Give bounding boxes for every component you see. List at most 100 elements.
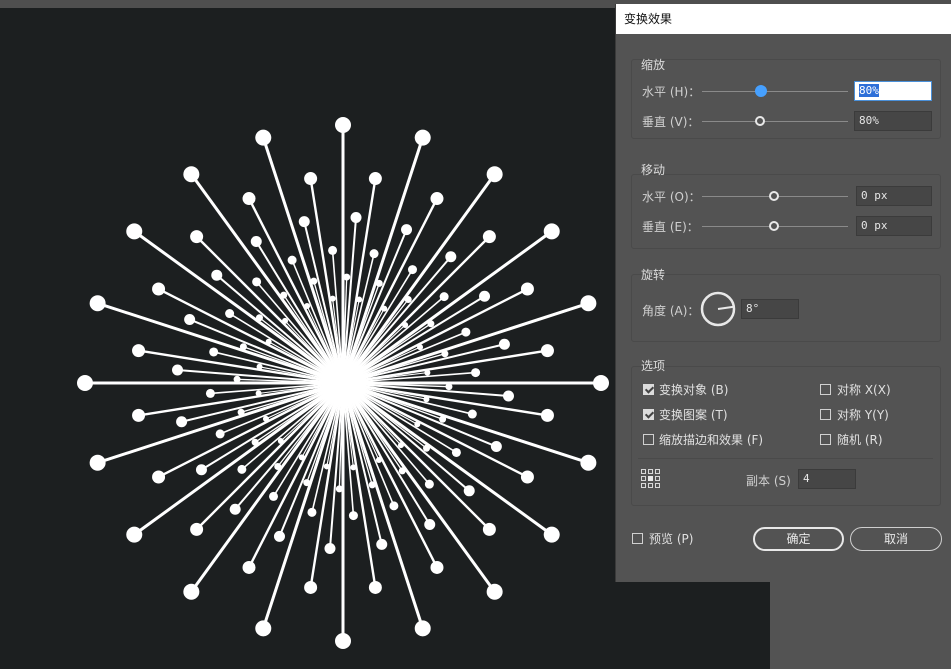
starburst-dot [255,129,272,146]
angle-dial-icon[interactable] [700,291,736,327]
starburst-dot [183,166,200,183]
transform-patterns-label[interactable]: 变换图案 (T) [659,406,728,423]
ok-button[interactable]: 确定 [753,527,844,551]
workspace-background [770,580,951,669]
starburst-dot [172,364,184,376]
preview-checkbox[interactable] [632,533,643,544]
reflect-y-label[interactable]: 对称 Y(Y) [837,406,889,423]
starburst-dot [540,344,554,358]
move-h-slider-thumb[interactable] [769,191,779,201]
starburst-ray [341,382,425,629]
scale-v-slider-track[interactable] [702,121,848,122]
scale-h-label: 水平 (H)： [642,85,701,99]
starburst-dot [424,479,434,489]
transform-objects-checkbox[interactable] [643,384,654,395]
starburst-dot [479,290,491,302]
starburst-core [329,369,357,397]
starburst-ray [195,235,344,384]
move-v-slider-thumb[interactable] [769,221,779,231]
starburst-dot [451,447,461,457]
starburst-dot [335,633,351,649]
scale-h-slider-track[interactable] [702,91,848,92]
scale-v-slider-thumb[interactable] [755,116,765,126]
starburst-dot [498,338,510,350]
starburst-dot [183,583,200,600]
starburst-dot [250,235,262,247]
starburst-dot [195,464,207,476]
starburst-dot [280,291,288,299]
starburst-dot [304,580,318,594]
starburst-dot [430,560,444,574]
starburst-dot [255,314,263,322]
starburst-dot [89,454,106,471]
starburst-dot [482,230,496,244]
starburst-dot [265,338,272,345]
starburst-dot [401,224,413,236]
move-h-label: 水平 (O)： [642,190,701,204]
starburst-dot [441,350,449,358]
starburst-dot [277,437,284,444]
scale-strokes-checkbox[interactable] [643,434,654,445]
reflect-y-checkbox[interactable] [820,409,831,420]
starburst-dot [397,442,404,449]
starburst-dot [543,526,560,543]
starburst-dot [445,251,457,263]
starburst-dot [205,388,215,398]
random-label[interactable]: 随机 (R) [837,431,883,448]
starburst-dot [251,438,259,446]
starburst-dot [303,479,311,487]
starburst-dot [424,369,431,376]
starburst-dot [486,166,503,183]
reflect-x-label[interactable]: 对称 X(X) [837,381,891,398]
scale-h-slider-thumb[interactable] [755,85,767,97]
scale-h-input[interactable]: 80% [854,81,932,101]
starburst-dot [304,302,311,309]
starburst-dot [89,295,106,312]
starburst-dot [424,519,436,531]
starburst-dot [368,172,382,186]
starburst-dot [211,269,223,281]
starburst-dot [229,503,241,515]
starburst-dot [237,464,247,474]
copies-label: 副本 (S) [746,474,791,488]
angle-input[interactable]: 8° [741,299,799,319]
cancel-button[interactable]: 取消 [850,527,942,551]
starburst-dot [242,192,256,206]
scale-v-input[interactable]: 80% [854,111,932,131]
transform-patterns-checkbox[interactable] [643,409,654,420]
starburst-dot [580,454,597,471]
scale-strokes-label[interactable]: 缩放描边和效果 (F) [659,431,763,448]
reflect-x-checkbox[interactable] [820,384,831,395]
transform-objects-label[interactable]: 变换对象 (B) [659,381,728,398]
starburst-dot [324,542,336,554]
move-v-input[interactable]: 0 px [856,216,932,236]
starburst-dot [215,429,225,439]
starburst-dot [152,470,166,484]
starburst-dot [389,501,399,511]
random-checkbox[interactable] [820,434,831,445]
starburst-dot [445,383,453,391]
starburst-dot [335,117,351,133]
preview-label[interactable]: 预览 (P) [649,530,693,547]
starburst-dot [348,511,358,521]
starburst-dot [486,583,503,600]
rotate-legend: 旋转 [641,268,666,282]
starburst-dot [375,457,382,464]
starburst-dot [298,216,310,228]
starburst-dot [404,295,412,303]
starburst-ray [342,301,589,385]
starburst-dot [593,375,609,391]
starburst-dot [255,620,272,637]
starburst-dot [439,292,449,302]
starburst-dot [543,223,560,240]
move-h-input[interactable]: 0 px [856,186,932,206]
starburst-dot [368,481,376,489]
copies-input[interactable]: 4 [798,469,856,489]
scale-legend: 缩放 [641,58,666,72]
starburst-dot [368,580,382,594]
starburst-dot [407,265,417,275]
starburst-dot [328,245,338,255]
starburst-dot [423,444,431,452]
reference-point-locator-icon[interactable] [641,469,661,489]
starburst-dot [439,415,447,423]
